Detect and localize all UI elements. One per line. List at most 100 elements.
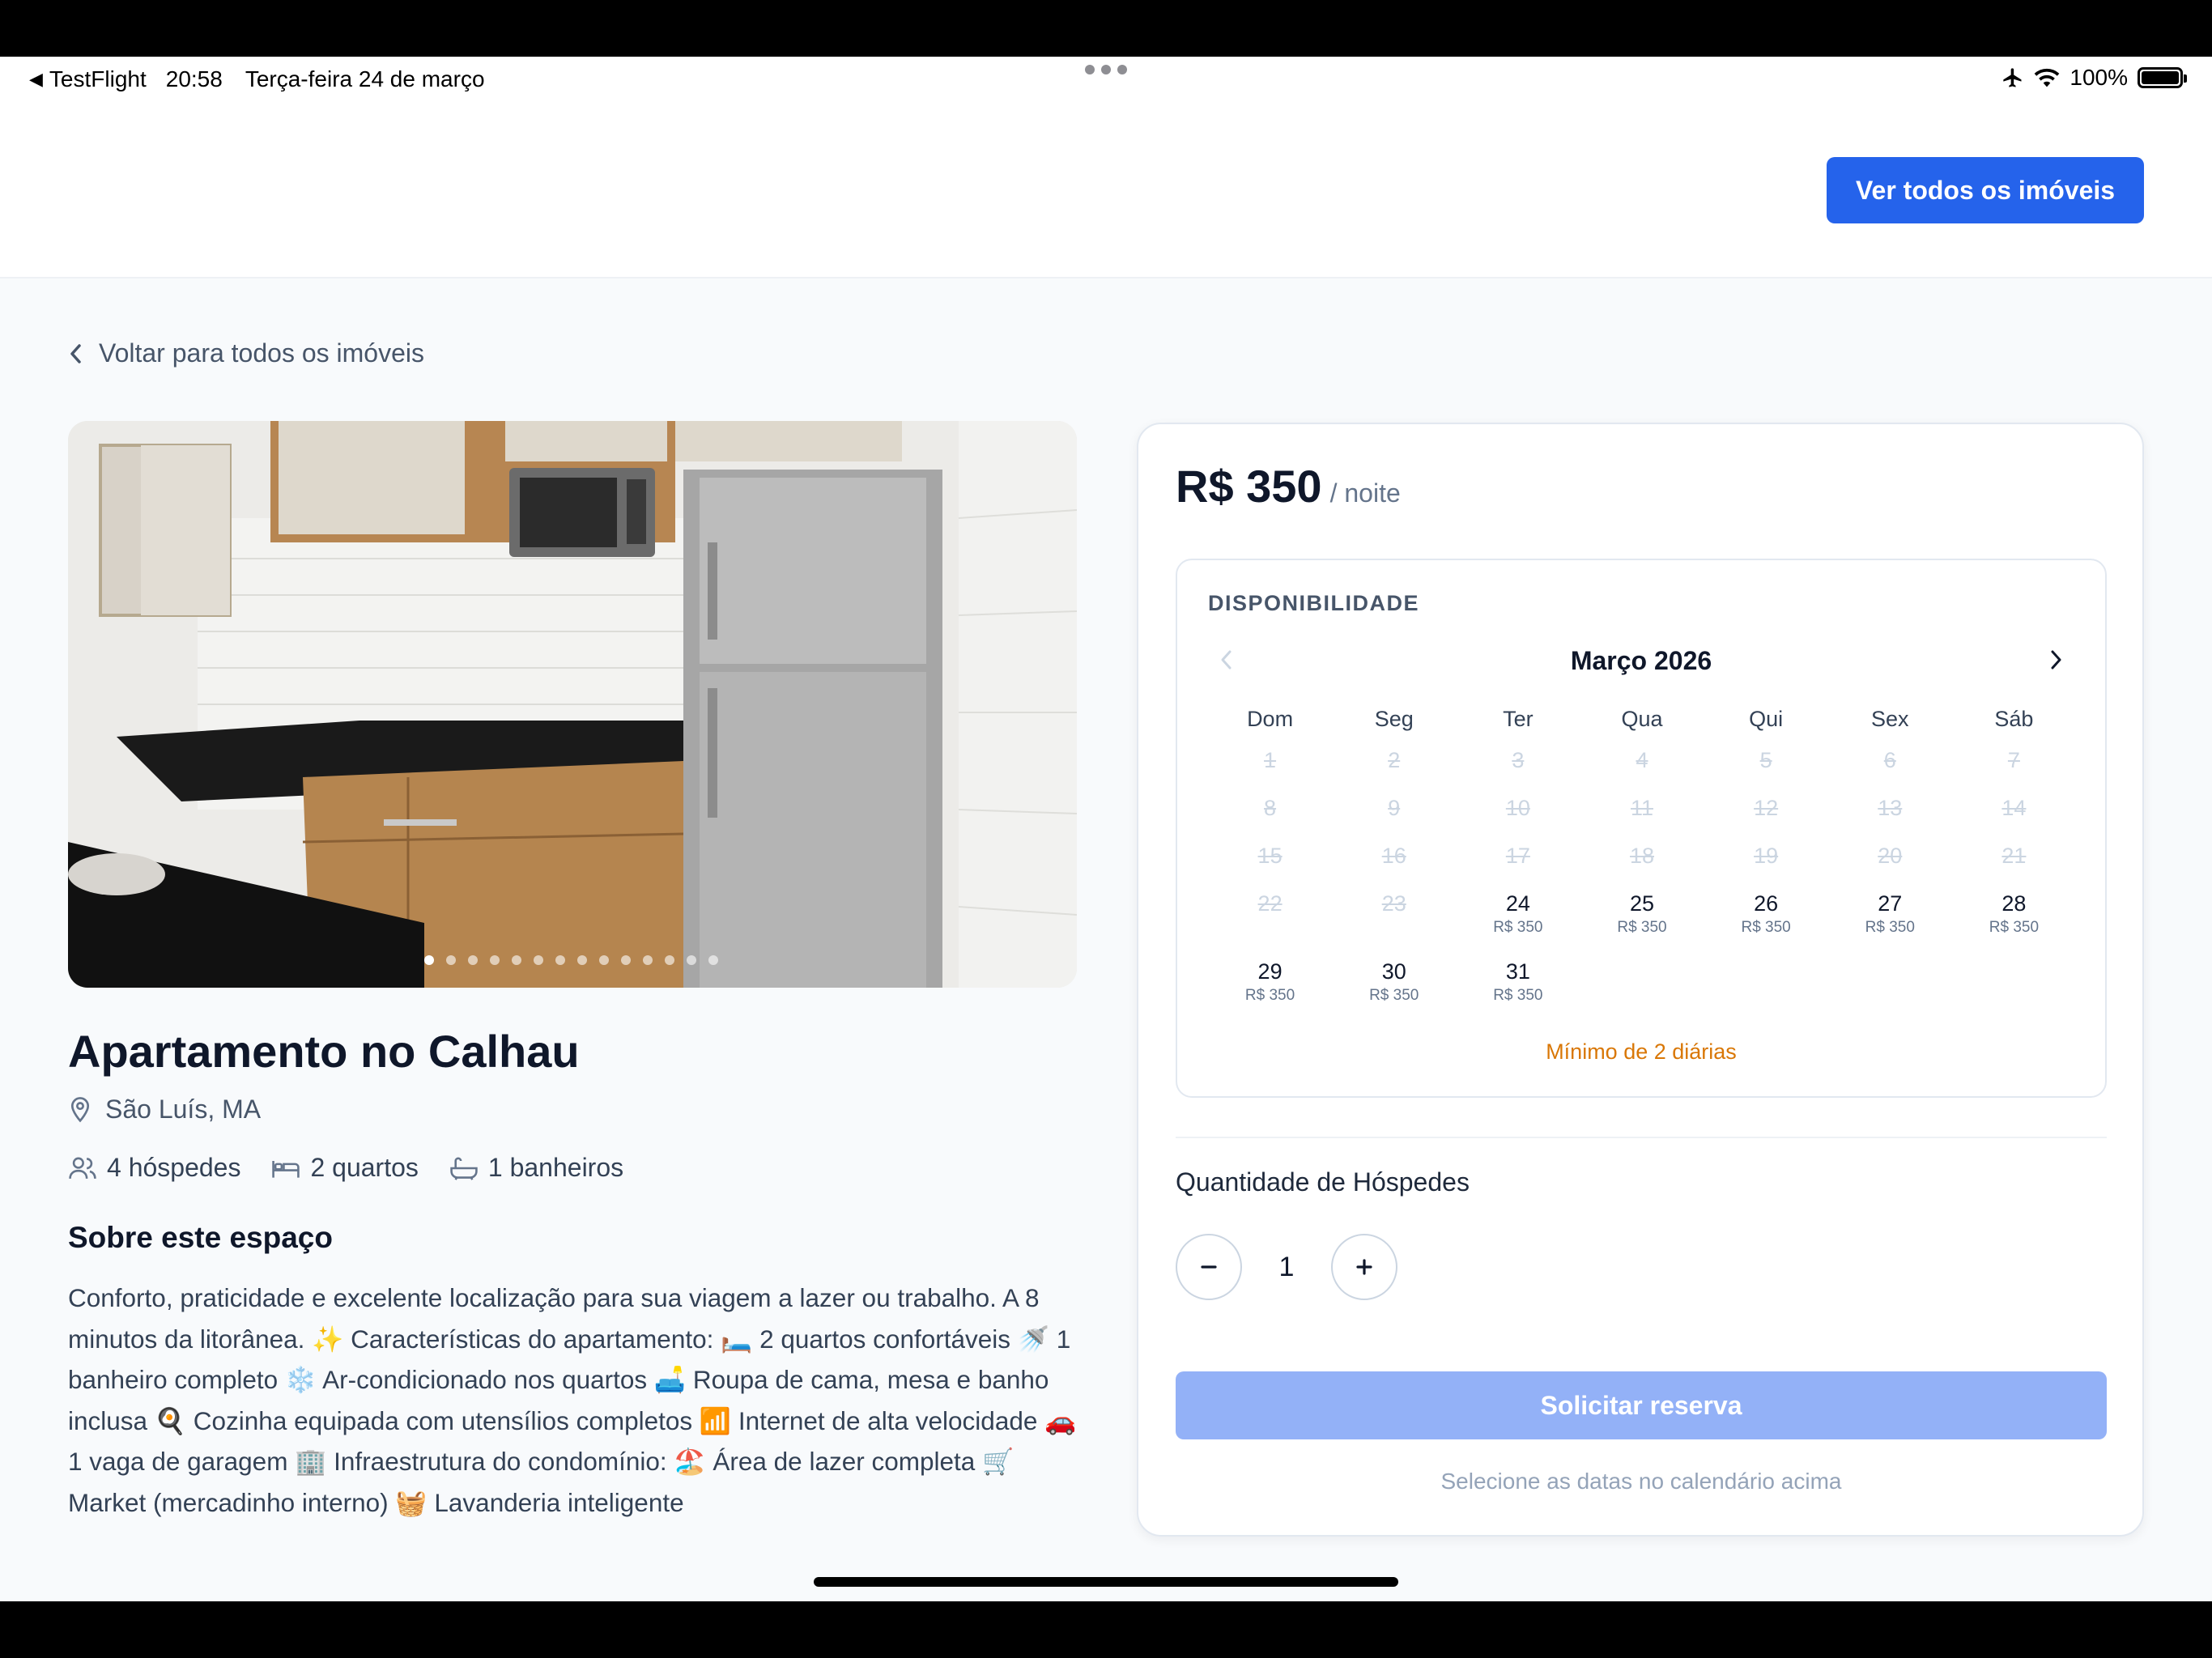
calendar-day: 20 [1828,842,1952,890]
day-number: 5 [1759,748,1772,772]
day-price: R$ 350 [1369,987,1419,1004]
status-date: Terça-feira 24 de março [245,66,485,91]
property-location: São Luís, MA [68,1095,261,1124]
carousel-pagination[interactable] [424,955,718,965]
calendar-day[interactable]: 31 R$ 350 [1456,958,1580,1026]
calendar-day: 14 [1952,794,2076,842]
carousel-dot[interactable] [665,955,674,965]
day-number: 30 [1381,959,1406,984]
calendar-day[interactable]: 30 R$ 350 [1332,958,1456,1026]
carousel-dot[interactable] [468,955,478,965]
device-frame-bottom [0,1601,2212,1658]
status-left: ◀ TestFlight 20:58 Terça-feira 24 de mar… [29,66,485,92]
carousel-dot[interactable] [577,955,587,965]
multitasking-dots-icon[interactable] [1085,65,1127,74]
calendar-day: 3 [1456,746,1580,794]
minus-icon [1201,1265,1217,1269]
calendar-day: 6 [1828,746,1952,794]
calendar-day: 11 [1580,794,1704,842]
calendar-day[interactable]: 29 R$ 350 [1208,958,1332,1026]
map-pin-icon [70,1096,90,1122]
back-to-app-label[interactable]: TestFlight [49,66,147,92]
calendar-day[interactable]: 26 R$ 350 [1704,890,1828,958]
day-number: 13 [1878,796,1903,820]
day-number: 17 [1505,844,1530,868]
increase-guests-button[interactable] [1331,1234,1397,1300]
day-number: 31 [1505,959,1530,984]
calendar-day[interactable]: 27 R$ 350 [1828,890,1952,958]
previous-month-icon[interactable] [1218,648,1234,672]
chevron-left-icon [70,343,81,363]
carousel-dot[interactable] [708,955,718,965]
calendar-grid: Dom Seg Ter Qua Qui Sex Sáb 1 2 3 4 5 6 7 8 9 10 11 12 13 14… [1208,703,2076,1026]
calendar-day[interactable]: 25 R$ 350 [1580,890,1704,958]
day-price: R$ 350 [1741,919,1791,936]
day-number: 14 [2001,796,2027,820]
carousel-dot[interactable] [424,955,434,965]
calendar-day: 16 [1332,842,1456,890]
calendar-day[interactable]: 24 R$ 350 [1456,890,1580,958]
request-reservation-button[interactable]: Solicitar reserva [1176,1371,2107,1439]
calendar-day: 22 [1208,890,1332,958]
bed-icon [272,1160,300,1178]
day-number: 1 [1264,748,1277,772]
carousel-dot[interactable] [621,955,631,965]
weekday-header: Ter [1503,707,1534,731]
day-number: 10 [1505,796,1530,820]
carousel-dot[interactable] [555,955,565,965]
day-number: 16 [1381,844,1406,868]
day-number: 8 [1264,796,1277,820]
carousel-dot[interactable] [534,955,543,965]
battery-icon [2138,67,2187,88]
day-number: 4 [1636,748,1648,772]
carousel-dot[interactable] [643,955,653,965]
guest-quantity-label: Quantidade de Hóspedes [1176,1167,1470,1197]
day-number: 11 [1630,796,1653,820]
calendar-day: 1 [1208,746,1332,794]
availability-label: DISPONIBILIDADE [1208,591,1420,615]
bathrooms-count: 1 banheiros [487,1153,624,1182]
calendar-day: 17 [1456,842,1580,890]
back-to-app-icon[interactable]: ◀ [29,69,43,90]
about-section-title: Sobre este espaço [68,1221,333,1254]
property-features: 4 hóspedes 2 quartos 1 banheiros [68,1153,654,1183]
status-time: 20:58 [165,66,223,91]
per-night-label: / noite [1329,478,1401,508]
home-indicator[interactable] [814,1577,1398,1587]
users-icon [69,1157,96,1179]
carousel-dot[interactable] [512,955,521,965]
carousel-dot[interactable] [687,955,696,965]
divider [1176,1137,2107,1138]
day-number: 18 [1629,844,1655,868]
calendar-day: 12 [1704,794,1828,842]
calendar-day: 18 [1580,842,1704,890]
back-to-listings-link[interactable]: Voltar para todos os imóveis [68,338,424,368]
property-title: Apartamento no Calhau [68,1026,580,1077]
calendar-day[interactable]: 28 R$ 350 [1952,890,2076,958]
property-photo-carousel[interactable] [68,421,1077,988]
calendar-day: 23 [1332,890,1456,958]
next-month-icon[interactable] [2048,648,2065,672]
availability-calendar: DISPONIBILIDADE Março 2026 Dom Seg Ter Qua Q… [1176,559,2107,1098]
day-number: 21 [2001,844,2027,868]
day-price: R$ 350 [1493,987,1543,1004]
view-all-properties-button[interactable]: Ver todos os imóveis [1827,157,2144,223]
day-price: R$ 350 [1865,919,1915,936]
kitchen-photo [68,421,1077,988]
feature-guests: 4 hóspedes [68,1153,240,1183]
carousel-dot[interactable] [446,955,456,965]
carousel-dot[interactable] [599,955,609,965]
day-number: 29 [1257,959,1283,984]
calendar-day: 15 [1208,842,1332,890]
day-number: 7 [2007,748,2020,772]
carousel-dot[interactable] [490,955,500,965]
calendar-day: 5 [1704,746,1828,794]
day-number: 25 [1629,891,1655,916]
weekday-header: Qui [1749,707,1784,731]
location-label: São Luís, MA [105,1095,262,1124]
decrease-guests-button[interactable] [1176,1234,1242,1300]
weekday-header: Dom [1247,707,1294,731]
day-number: 28 [2001,891,2027,916]
status-right: 100% [2001,65,2187,91]
day-number: 2 [1388,748,1401,772]
